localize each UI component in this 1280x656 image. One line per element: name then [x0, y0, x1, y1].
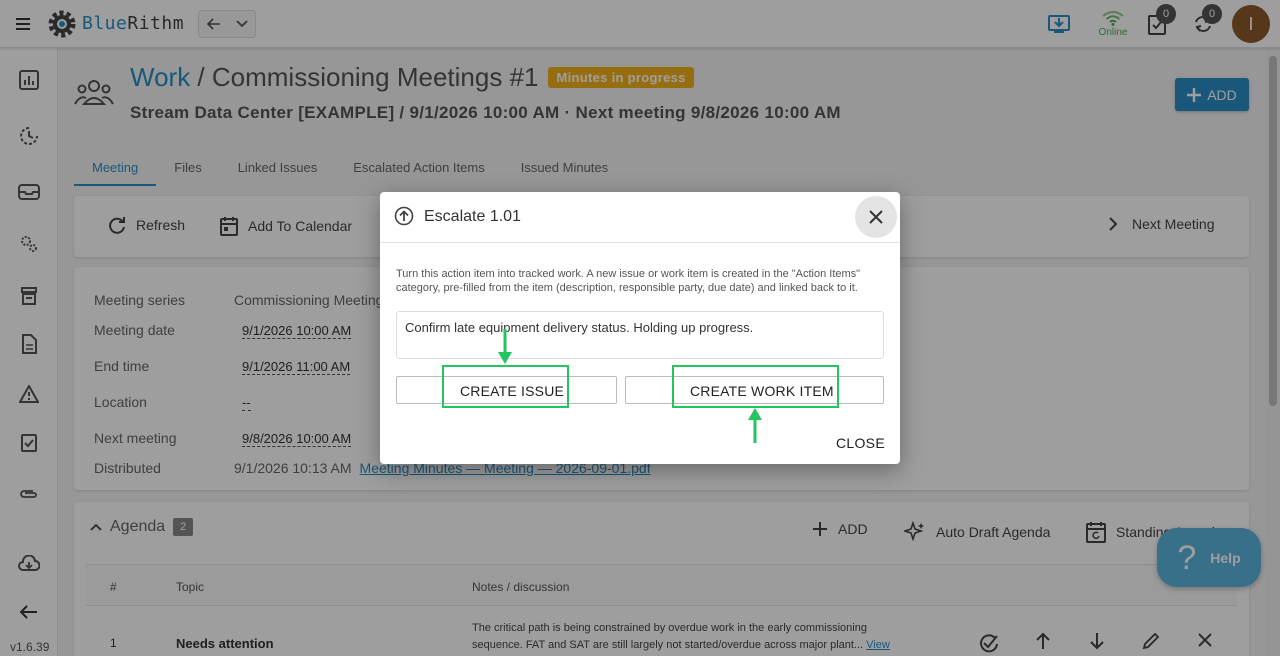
dialog-description: Turn this action item into tracked work.… — [396, 268, 861, 294]
close-button[interactable]: CLOSE — [836, 435, 885, 451]
dialog-header: Escalate 1.01 — [380, 192, 900, 243]
arrow-down-icon — [498, 329, 512, 364]
highlight-box — [442, 365, 569, 408]
arrow-up-icon — [748, 408, 762, 443]
action-item-text: Confirm late equipment delivery status. … — [396, 311, 884, 359]
arrow-up-circle-icon — [394, 206, 414, 231]
highlight-box — [672, 365, 839, 408]
dialog-title: Escalate 1.01 — [424, 208, 521, 225]
close-icon — [869, 210, 883, 224]
dialog-close-button[interactable] — [855, 196, 897, 238]
escalate-dialog: Escalate 1.01 Turn this action item into… — [380, 192, 900, 464]
